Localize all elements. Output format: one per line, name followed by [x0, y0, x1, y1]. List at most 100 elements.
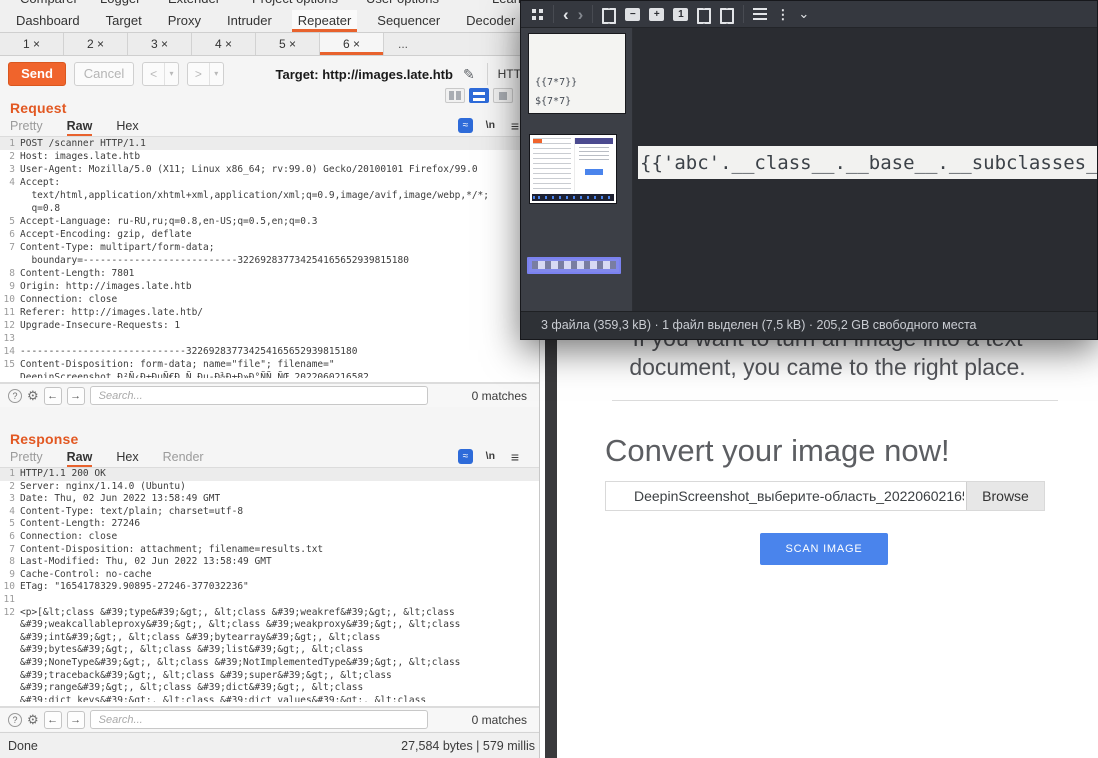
send-button[interactable]: Send [8, 62, 66, 86]
request-view-tab[interactable]: Raw [67, 118, 93, 136]
request-header: Request [0, 96, 539, 118]
line-text: Last-Modified: Thu, 02 Jun 2022 13:58:49… [20, 556, 272, 569]
request-title: Request [10, 100, 67, 116]
single-layout-button[interactable] [493, 88, 513, 103]
screenshot-thumbnail[interactable] [529, 134, 617, 204]
list-view-icon[interactable] [753, 8, 767, 21]
fit-window-icon[interactable] [602, 8, 616, 20]
fit-height-icon[interactable] [720, 8, 734, 20]
repeater-tab[interactable]: 2 × [64, 33, 128, 55]
image-preview-strip[interactable]: {{'abc'.__class__.__base__.__subclasses_… [638, 146, 1097, 179]
gear-icon[interactable]: ⚙ [27, 712, 39, 728]
payload-line: ${7*7} [535, 93, 625, 112]
burp-suite-window: Comparer Logger Extender Project options Use… [0, 0, 540, 758]
code-line: 6 Connection: close [0, 531, 539, 544]
editor-menu-icon[interactable]: ≡ [511, 118, 519, 134]
overflow-menu-icon[interactable]: ⋮ [776, 1, 789, 28]
request-view-tab[interactable]: Pretty [10, 118, 43, 136]
burp-top-tab[interactable]: User options [366, 0, 439, 6]
thumb-taskbar [532, 194, 614, 201]
response-view-tab[interactable]: Raw [67, 449, 93, 467]
history-forward-label: > [188, 63, 209, 85]
repeater-tab[interactable]: 3 × [128, 33, 192, 55]
line-text: Server: nginx/1.14.0 (Ubuntu) [20, 481, 186, 494]
burp-main-tab[interactable]: Proxy [168, 10, 201, 32]
help-icon[interactable]: ? [8, 713, 22, 727]
burp-top-tabs-clipped: Comparer Logger Extender Project options Use… [0, 0, 539, 10]
repeater-tab[interactable]: 6 × [320, 33, 384, 55]
fit-width-icon[interactable] [697, 8, 711, 20]
help-icon[interactable]: ? [8, 389, 22, 403]
line-number: 1 [0, 468, 20, 481]
back-icon[interactable]: ‹ [563, 1, 569, 28]
zoom-actual-size-icon[interactable]: 1 [673, 8, 688, 21]
columns-layout-button[interactable] [445, 88, 465, 103]
arrow-right-icon[interactable]: → [67, 711, 85, 729]
response-panel: Response PrettyRawHexRender ≈ \n ≡ 1 HTT… [0, 427, 539, 732]
burp-main-tab[interactable]: Sequencer [377, 10, 440, 32]
rows-layout-button[interactable] [469, 88, 489, 103]
response-view-tab[interactable]: Render [163, 449, 204, 467]
response-search-input[interactable] [90, 710, 428, 729]
response-view-tab[interactable]: Hex [116, 449, 138, 467]
burp-top-tab[interactable]: Logger [100, 0, 140, 6]
response-editor[interactable]: 1 HTTP/1.1 200 OK 2 Server: nginx/1.14.0… [0, 467, 539, 707]
newline-toggle-icon[interactable]: \n [486, 119, 495, 131]
chevron-down-icon[interactable]: ▾ [209, 63, 223, 85]
history-forward-button[interactable]: > ▾ [187, 62, 224, 86]
line-text: Content-Disposition: attachment; filenam… [20, 544, 323, 557]
response-view-tab[interactable]: Pretty [10, 449, 43, 467]
burp-top-tab[interactable]: Extender [168, 0, 220, 6]
request-editor[interactable]: 1 POST /scanner HTTP/1.1 2 Host: images.… [0, 136, 539, 383]
scan-image-button[interactable]: SCAN IMAGE [760, 533, 888, 565]
line-number: 6 [0, 531, 20, 544]
selected-strip-thumbnail[interactable] [527, 257, 621, 274]
grid-view-icon[interactable] [532, 9, 536, 13]
gear-icon[interactable]: ⚙ [27, 388, 39, 404]
burp-main-tab[interactable]: Intruder [227, 10, 272, 32]
repeater-tab[interactable]: 5 × [256, 33, 320, 55]
request-search-input[interactable] [90, 386, 428, 405]
line-text: Accept-Language: ru-RU,ru;q=0.8,en-US;q=… [20, 215, 317, 228]
burp-main-tab[interactable]: Target [106, 10, 142, 32]
file-input[interactable]: DeepinScreenshot_выберите-область_202206… [605, 481, 1045, 511]
repeater-tab[interactable]: 1 × [0, 33, 64, 55]
forward-icon[interactable]: › [578, 1, 584, 28]
browse-button[interactable]: Browse [966, 482, 1044, 510]
arrow-left-icon[interactable]: ← [44, 711, 62, 729]
editor-menu-icon[interactable]: ≡ [511, 449, 519, 465]
history-back-button[interactable]: < ▾ [142, 62, 179, 86]
cancel-button[interactable]: Cancel [74, 62, 134, 86]
pencil-icon[interactable]: ✎ [463, 66, 475, 83]
line-number: 8 [0, 556, 20, 569]
burp-main-tab[interactable]: Repeater [292, 10, 357, 32]
chevron-down-icon[interactable]: ▾ [164, 63, 178, 85]
line-number: 11 [0, 306, 20, 319]
burp-top-tab[interactable]: Comparer [20, 0, 78, 6]
newline-toggle-icon[interactable]: \n [486, 450, 495, 462]
collapse-icon[interactable]: ⌄ [798, 2, 809, 26]
line-number: 12 [0, 607, 20, 620]
arrow-left-icon[interactable]: ← [44, 387, 62, 405]
burp-main-tab[interactable]: Dashboard [16, 10, 80, 32]
line-number: 9 [0, 280, 20, 293]
zoom-in-icon[interactable]: + [649, 8, 664, 21]
line-number: 11 [0, 594, 20, 607]
repeater-tab[interactable]: 4 × [192, 33, 256, 55]
payload-line: <%= 7*7 %> [535, 111, 625, 114]
pretty-print-icon[interactable]: ≈ [458, 449, 473, 464]
payload-image-thumbnail[interactable]: {{7*7}}${7*7}<%= 7*7 %>${{7*7}} [528, 33, 626, 114]
burp-top-tab[interactable]: Project options [252, 0, 338, 6]
pretty-print-icon[interactable]: ≈ [458, 118, 473, 133]
burp-main-tab[interactable]: Decoder [466, 10, 515, 32]
zoom-out-icon[interactable]: − [625, 8, 640, 21]
code-line: &#39;weakcallableproxy&#39;&gt;, &lt;cla… [0, 619, 539, 632]
arrow-right-icon[interactable]: → [67, 387, 85, 405]
line-text: Accept: [20, 176, 60, 189]
code-line: 7 Content-Disposition: attachment; filen… [0, 544, 539, 557]
line-text: POST /scanner HTTP/1.1 [20, 137, 146, 150]
code-line: &#39;bytes&#39;&gt;, &lt;class &#39;list… [0, 644, 539, 657]
repeater-tab[interactable]: ... [384, 33, 422, 55]
request-view-tab[interactable]: Hex [116, 118, 138, 136]
file-input-value: DeepinScreenshot_выберите-область_202206… [634, 482, 964, 510]
